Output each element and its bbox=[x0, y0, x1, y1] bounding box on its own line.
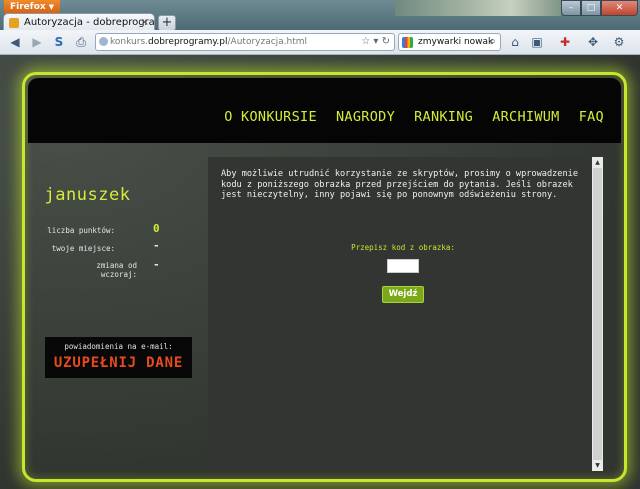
print-icon[interactable]: ⎙ bbox=[74, 35, 88, 49]
sidebar-toggle-icon[interactable]: ▣ bbox=[530, 35, 544, 49]
captcha-input[interactable] bbox=[387, 259, 419, 273]
addon-red-icon[interactable]: ✚ bbox=[558, 35, 572, 49]
nav-item-archiwum[interactable]: ARCHIWUM bbox=[492, 109, 559, 125]
main-nav: O KONKURSIE NAGRODY RANKING ARCHIWUM FAQ bbox=[210, 106, 604, 125]
captcha-label: Przepisz kod z obrazka: bbox=[351, 243, 455, 252]
username: januszek bbox=[44, 185, 131, 205]
scrollbar[interactable]: ▲ ▼ bbox=[592, 157, 603, 471]
browser-toolbar: ◀ ▶ S ⎙ konkurs.dobreprogramy.pl/Autoryz… bbox=[0, 30, 640, 55]
reload-icon[interactable]: ↻ bbox=[382, 36, 390, 47]
url-bar[interactable]: konkurs.dobreprogramy.pl/Autoryzacja.htm… bbox=[95, 33, 395, 51]
site-identity-icon[interactable] bbox=[99, 37, 108, 46]
back-icon[interactable]: ◀ bbox=[8, 35, 22, 49]
desktop-background bbox=[395, 0, 561, 16]
change-label: zmiana od wczoraj: bbox=[96, 261, 137, 279]
scrollbar-thumb[interactable] bbox=[593, 168, 602, 460]
scroll-up-icon[interactable]: ▲ bbox=[592, 157, 603, 168]
forward-icon[interactable]: ▶ bbox=[30, 35, 44, 49]
points-value: 0 bbox=[153, 222, 160, 235]
captcha-instructions: Aby możliwie utrudnić korzystanie ze skr… bbox=[221, 169, 578, 200]
addon-s-icon[interactable]: S bbox=[52, 35, 66, 49]
nav-item-faq[interactable]: FAQ bbox=[579, 109, 604, 125]
submit-button[interactable]: Wejdź bbox=[382, 286, 424, 303]
window-controls: – □ ✕ bbox=[561, 0, 639, 17]
new-tab-button[interactable]: + bbox=[158, 15, 176, 31]
home-icon[interactable]: ⌂ bbox=[508, 35, 522, 49]
nav-item-o-konkursie[interactable]: O KONKURSIE bbox=[224, 109, 317, 125]
content-panel: Aby możliwie utrudnić korzystanie ze skr… bbox=[208, 157, 603, 471]
search-bar[interactable]: zmywarki nowak ⌕ bbox=[398, 33, 501, 51]
place-value: - bbox=[153, 239, 160, 252]
browser-titlebar: Firefox ▼ – □ ✕ Autoryzacja - dobreprogra… bbox=[0, 0, 640, 33]
addon-move-icon[interactable]: ✥ bbox=[586, 35, 600, 49]
search-icon[interactable]: ⌕ bbox=[490, 34, 496, 50]
site-header: O KONKURSIE NAGRODY RANKING ARCHIWUM FAQ bbox=[28, 78, 621, 143]
bookmark-star-icon[interactable]: ☆ bbox=[361, 36, 370, 47]
dropdown-icon[interactable]: ▾ bbox=[373, 36, 378, 47]
site-favicon-icon bbox=[9, 18, 19, 28]
page-viewport: O KONKURSIE NAGRODY RANKING ARCHIWUM FAQ… bbox=[0, 55, 640, 489]
nav-item-nagrody[interactable]: NAGRODY bbox=[336, 109, 395, 125]
maximize-button[interactable]: □ bbox=[581, 0, 601, 16]
points-label: liczba punktów: bbox=[47, 226, 115, 235]
change-value: - bbox=[153, 258, 160, 271]
complete-data-link[interactable]: UZUPEŁNIJ DANE bbox=[45, 355, 192, 371]
email-notify-box[interactable]: powiadomienia na e-mail: UZUPEŁNIJ DANE bbox=[45, 337, 192, 378]
chevron-down-icon: ▼ bbox=[48, 3, 55, 11]
url-actions: ☆ ▾ ↻ bbox=[361, 34, 390, 50]
minimize-button[interactable]: – bbox=[561, 0, 581, 16]
google-icon[interactable] bbox=[402, 37, 413, 48]
notify-label: powiadomienia na e-mail: bbox=[64, 342, 173, 351]
scroll-down-icon[interactable]: ▼ bbox=[592, 460, 603, 471]
menu-icon[interactable]: ⚙ bbox=[612, 35, 626, 49]
place-label: twoje miejsce: bbox=[51, 244, 115, 253]
nav-item-ranking[interactable]: RANKING bbox=[414, 109, 473, 125]
close-window-button[interactable]: ✕ bbox=[601, 0, 638, 16]
tab-title: Autoryzacja - dobreprogramy bbox=[24, 17, 155, 28]
